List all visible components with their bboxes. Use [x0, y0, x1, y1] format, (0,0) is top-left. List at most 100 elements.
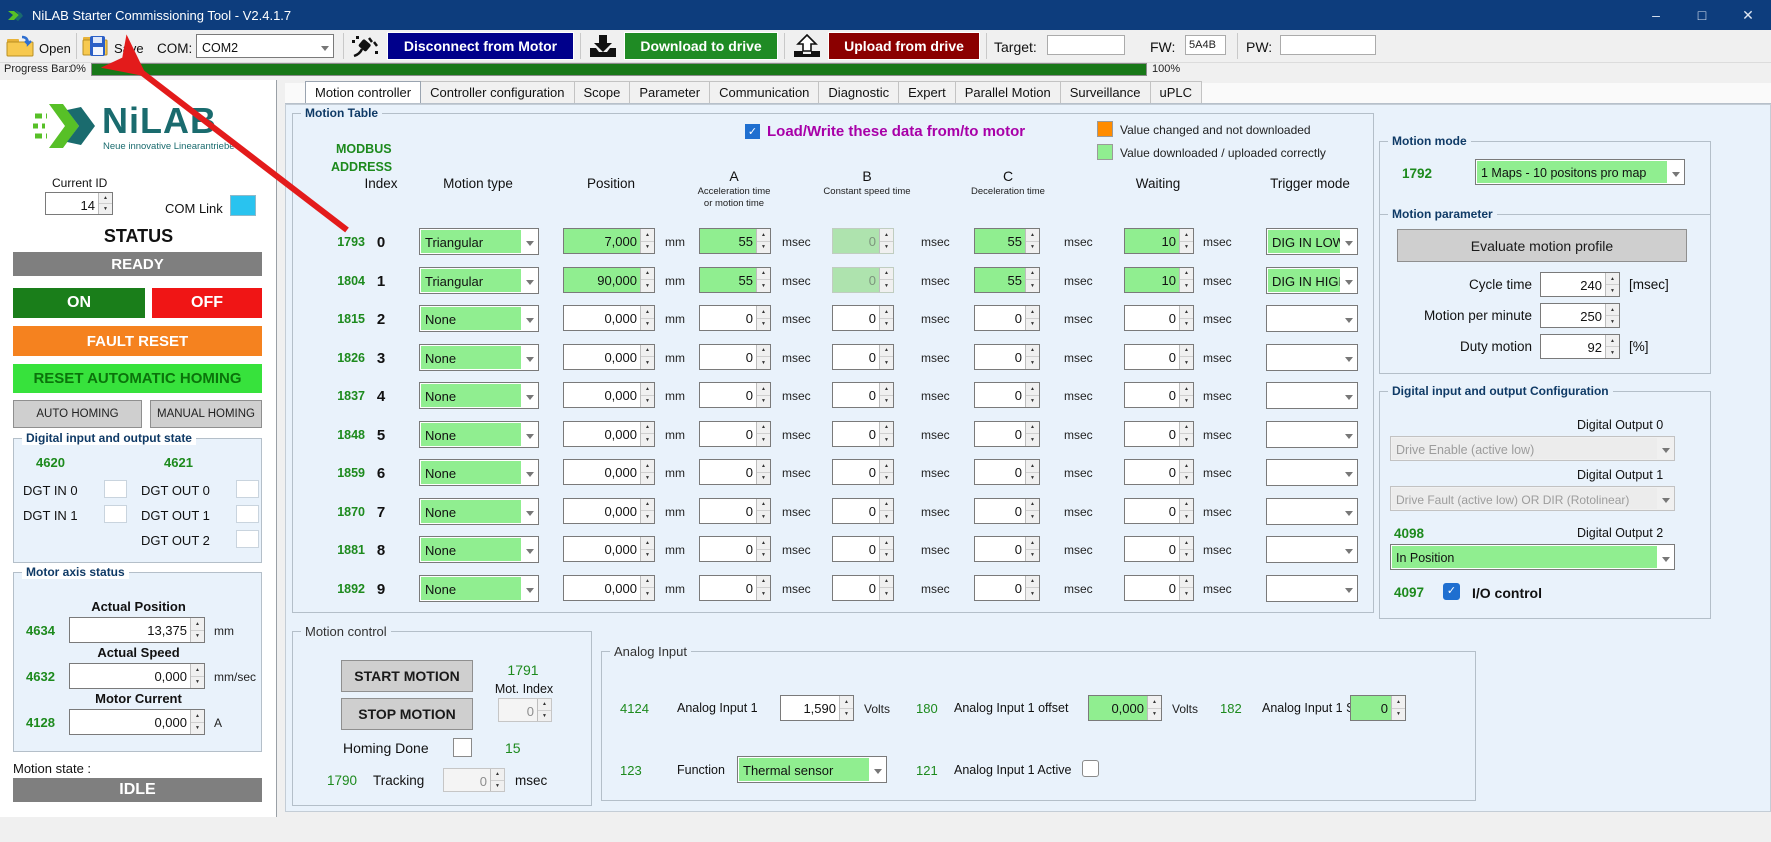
spinner-buttons[interactable]: ▲▼: [640, 460, 654, 484]
spin-up-icon[interactable]: ▲: [1180, 460, 1193, 473]
spin-down-icon[interactable]: ▼: [1026, 588, 1039, 600]
spin-down-icon[interactable]: ▼: [641, 550, 654, 562]
spin-down-icon[interactable]: ▼: [1026, 396, 1039, 408]
spin-up-icon[interactable]: ▲: [880, 460, 893, 473]
spin-down-icon[interactable]: ▼: [1180, 550, 1193, 562]
accel-time-stepper[interactable]: 0▲▼: [699, 305, 771, 331]
spin-up-icon[interactable]: ▲: [641, 306, 654, 319]
spin-down-icon[interactable]: ▼: [641, 242, 654, 254]
spin-up-icon[interactable]: ▲: [757, 499, 770, 512]
spinner-buttons[interactable]: ▲▼: [756, 460, 770, 484]
tab-motion-controller[interactable]: Motion controller: [305, 81, 421, 103]
spin-up-icon[interactable]: ▲: [641, 499, 654, 512]
spin-down-icon[interactable]: ▼: [757, 434, 770, 446]
spinner-buttons[interactable]: ▲▼: [1025, 383, 1039, 407]
mot-index-stepper[interactable]: 0 ▲▼: [498, 698, 552, 722]
accel-time-stepper[interactable]: 0▲▼: [699, 344, 771, 370]
spinner-buttons[interactable]: ▲▼: [1179, 422, 1193, 446]
spin-up-icon[interactable]: ▲: [757, 422, 770, 435]
spin-down-icon[interactable]: ▼: [1026, 357, 1039, 369]
spin-down-icon[interactable]: ▼: [880, 396, 893, 408]
upload-from-drive-button[interactable]: Upload from drive: [828, 32, 980, 60]
function-select[interactable]: Thermal sensor: [737, 756, 887, 783]
waiting-stepper[interactable]: 0▲▼: [1124, 421, 1194, 447]
auto-homing-button[interactable]: AUTO HOMING: [13, 400, 142, 428]
start-motion-button[interactable]: START MOTION: [341, 660, 473, 692]
save-button[interactable]: Save: [114, 41, 144, 56]
cycle-time-stepper[interactable]: 240 ▲▼: [1540, 272, 1620, 297]
trigger-mode-select[interactable]: [1266, 421, 1358, 448]
motion-type-select[interactable]: None: [419, 459, 539, 486]
tab-parameter[interactable]: Parameter: [629, 81, 710, 103]
constant-speed-time-stepper[interactable]: 0▲▼: [832, 267, 894, 293]
spinner-buttons[interactable]: ▲▼: [98, 193, 112, 214]
spinner-buttons[interactable]: ▲▼: [756, 576, 770, 600]
open-icon[interactable]: [6, 34, 36, 58]
spinner-buttons[interactable]: ▲▼: [879, 499, 893, 523]
spinner-buttons[interactable]: ▲▼: [879, 383, 893, 407]
spin-up-icon[interactable]: ▲: [1026, 499, 1039, 512]
spin-up-icon[interactable]: ▲: [1180, 383, 1193, 396]
spin-up-icon[interactable]: ▲: [641, 268, 654, 281]
spinner-buttons[interactable]: ▲▼: [1025, 268, 1039, 292]
spin-down-icon[interactable]: ▼: [757, 280, 770, 292]
spin-up-icon[interactable]: ▲: [1180, 345, 1193, 358]
motor-axis-value-stepper[interactable]: 0,000▲▼: [69, 709, 205, 735]
constant-speed-time-stepper[interactable]: 0▲▼: [832, 498, 894, 524]
spin-down-icon[interactable]: ▼: [840, 709, 853, 721]
spin-down-icon[interactable]: ▼: [641, 396, 654, 408]
digital-output2-select[interactable]: In Position: [1390, 544, 1675, 570]
position-stepper[interactable]: 0,000▲▼: [563, 459, 655, 485]
spinner-buttons[interactable]: ▲▼: [490, 769, 504, 791]
spinner-buttons[interactable]: ▲▼: [640, 345, 654, 369]
download-to-drive-button[interactable]: Download to drive: [624, 32, 778, 60]
tab-communication[interactable]: Communication: [709, 81, 819, 103]
spinner-buttons[interactable]: ▲▼: [1179, 306, 1193, 330]
spin-up-icon[interactable]: ▲: [641, 422, 654, 435]
spinner-buttons[interactable]: ▲▼: [640, 537, 654, 561]
save-icon[interactable]: [82, 33, 110, 59]
spin-down-icon[interactable]: ▼: [641, 588, 654, 600]
tab-parallel-motion[interactable]: Parallel Motion: [955, 81, 1061, 103]
duty-motion-stepper[interactable]: 92 ▲▼: [1540, 334, 1620, 359]
spin-up-icon[interactable]: ▲: [1026, 422, 1039, 435]
close-button[interactable]: ✕: [1725, 0, 1771, 30]
spin-down-icon[interactable]: ▼: [1026, 242, 1039, 254]
spin-up-icon[interactable]: ▲: [191, 618, 204, 631]
stop-motion-button[interactable]: STOP MOTION: [341, 698, 473, 730]
spinner-buttons[interactable]: ▲▼: [756, 345, 770, 369]
spin-down-icon[interactable]: ▼: [1180, 588, 1193, 600]
spin-down-icon[interactable]: ▼: [880, 357, 893, 369]
spin-down-icon[interactable]: ▼: [757, 511, 770, 523]
decel-time-stepper[interactable]: 55▲▼: [974, 228, 1040, 254]
spin-down-icon[interactable]: ▼: [757, 473, 770, 485]
off-button[interactable]: OFF: [152, 288, 262, 318]
spin-down-icon[interactable]: ▼: [880, 473, 893, 485]
open-button[interactable]: Open: [39, 41, 71, 56]
spin-up-icon[interactable]: ▲: [1026, 229, 1039, 242]
trigger-mode-select[interactable]: [1266, 498, 1358, 525]
motor-axis-value-stepper[interactable]: 13,375▲▼: [69, 617, 205, 643]
analog-input1-stepper[interactable]: 1,590 ▲▼: [780, 695, 854, 721]
position-stepper[interactable]: 0,000▲▼: [563, 575, 655, 601]
spinner-buttons[interactable]: ▲▼: [1605, 335, 1619, 358]
position-stepper[interactable]: 0,000▲▼: [563, 344, 655, 370]
evaluate-motion-profile-button[interactable]: Evaluate motion profile: [1397, 229, 1687, 262]
spin-up-icon[interactable]: ▲: [99, 193, 112, 204]
spinner-buttons[interactable]: ▲▼: [190, 618, 204, 642]
tab-surveillance[interactable]: Surveillance: [1060, 81, 1151, 103]
motion-type-select[interactable]: Triangular: [419, 228, 539, 255]
spin-down-icon[interactable]: ▼: [1026, 434, 1039, 446]
spin-up-icon[interactable]: ▲: [1180, 268, 1193, 281]
spin-up-icon[interactable]: ▲: [1392, 696, 1405, 709]
spin-down-icon[interactable]: ▼: [641, 473, 654, 485]
waiting-stepper[interactable]: 0▲▼: [1124, 382, 1194, 408]
spin-down-icon[interactable]: ▼: [880, 588, 893, 600]
spin-up-icon[interactable]: ▲: [1180, 229, 1193, 242]
spin-up-icon[interactable]: ▲: [1180, 499, 1193, 512]
reset-automatic-homing-button[interactable]: RESET AUTOMATIC HOMING: [13, 364, 262, 393]
spin-down-icon[interactable]: ▼: [641, 357, 654, 369]
spin-down-icon[interactable]: ▼: [1148, 709, 1161, 721]
spin-down-icon[interactable]: ▼: [1026, 280, 1039, 292]
accel-time-stepper[interactable]: 0▲▼: [699, 382, 771, 408]
